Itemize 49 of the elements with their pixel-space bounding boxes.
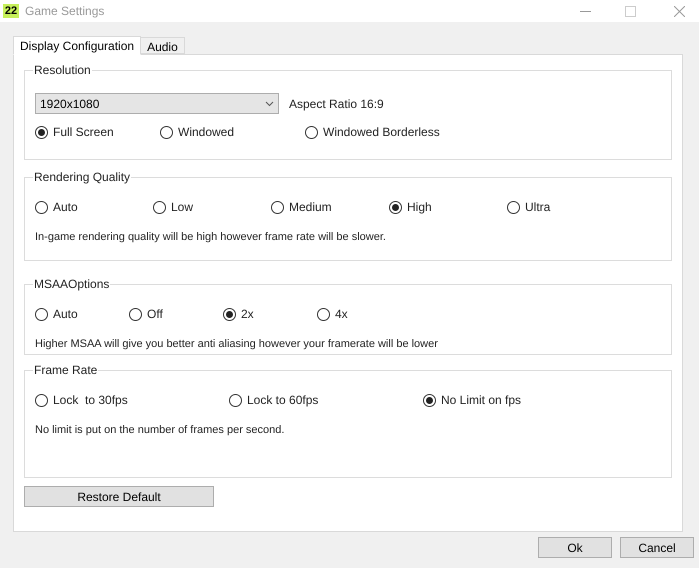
radio-button[interactable] <box>129 308 142 320</box>
radio-button[interactable] <box>160 126 173 138</box>
radio-option[interactable]: Lock to 30fps <box>35 391 229 409</box>
description-text: No limit is put on the number of frames per second. <box>35 423 286 438</box>
description-text: Higher MSAA will give you better anti aliasing however your framerate will be lower <box>35 337 439 352</box>
radio-option[interactable]: Auto <box>35 198 153 216</box>
tab[interactable]: Audio <box>141 37 185 54</box>
radio-option[interactable]: Auto <box>35 305 129 323</box>
tab[interactable]: Display Configuration <box>13 36 142 55</box>
app-icon: 22 <box>3 4 19 18</box>
radio-option[interactable]: Ultra <box>507 198 625 216</box>
radio-button[interactable] <box>35 394 48 406</box>
radio-button[interactable] <box>223 308 236 320</box>
radio-option[interactable]: 4x <box>317 305 411 323</box>
dialog-button[interactable]: Cancel <box>620 537 694 558</box>
description-text: In-game rendering quality will be high however frame rate will be slower. <box>35 230 387 245</box>
radio-option[interactable]: Windowed <box>160 123 305 141</box>
group-title: Resolution <box>33 62 92 79</box>
radio-button[interactable] <box>305 126 318 138</box>
group-title: Frame Rate <box>33 362 98 379</box>
radio-button[interactable] <box>35 126 48 138</box>
minimize-icon[interactable] <box>580 10 591 12</box>
radio-option[interactable]: 2x <box>223 305 317 323</box>
resolution-dropdown[interactable]: 1920x1080 <box>35 93 279 114</box>
close-icon[interactable] <box>674 6 685 16</box>
radio-button[interactable] <box>153 200 166 214</box>
radio-button[interactable] <box>507 200 520 214</box>
radio-option[interactable]: Medium <box>271 198 389 216</box>
radio-button[interactable] <box>317 308 330 320</box>
radio-option[interactable]: Lock to 60fps <box>229 391 423 409</box>
group-title: MSAAOptions <box>33 276 110 293</box>
radio-option[interactable]: Off <box>129 305 223 323</box>
radio-button[interactable] <box>229 394 242 406</box>
radio-button[interactable] <box>35 308 48 320</box>
group-title: Rendering Quality <box>33 169 132 186</box>
radio-option[interactable]: Windowed Borderless <box>305 123 450 141</box>
chevron-down-icon <box>265 100 274 106</box>
radio-option[interactable]: High <box>389 198 507 216</box>
restore-default-button[interactable]: Restore Default <box>24 486 214 507</box>
radio-button[interactable] <box>389 200 402 214</box>
radio-button[interactable] <box>423 394 436 406</box>
radio-option[interactable]: Full Screen <box>35 123 160 141</box>
radio-option[interactable]: No Limit on fps <box>423 391 617 409</box>
radio-option[interactable]: Low <box>153 198 271 216</box>
aspect-ratio-label: Aspect Ratio 16:9 <box>289 96 384 112</box>
dialog-button[interactable]: Ok <box>538 537 612 558</box>
window-title: Game Settings <box>25 3 104 20</box>
radio-button[interactable] <box>35 200 48 214</box>
radio-button[interactable] <box>271 200 284 214</box>
